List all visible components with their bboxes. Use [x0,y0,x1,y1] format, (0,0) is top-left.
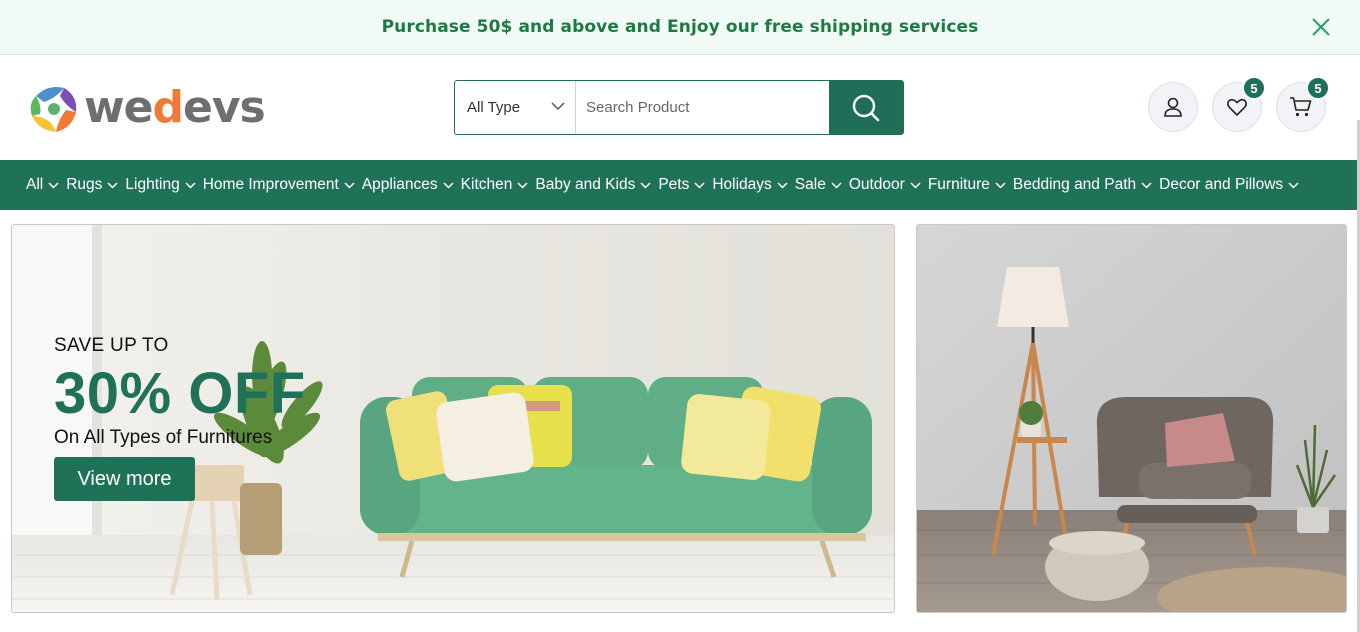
search-bar: All Type [454,80,904,135]
chevron-down-icon [1141,181,1152,189]
chevron-down-icon [107,181,118,189]
side-banner[interactable] [916,224,1347,613]
logo-text: wedevs [84,82,266,133]
nav-item-kitchen[interactable]: Kitchen [461,176,529,194]
nav-item-rugs[interactable]: Rugs [66,176,118,194]
search-button[interactable] [829,81,903,134]
wishlist-button[interactable]: 5 [1212,76,1266,132]
nav-item-baby-and-kids[interactable]: Baby and Kids [535,176,651,194]
nav-item-sale[interactable]: Sale [795,176,842,194]
chevron-down-icon [185,181,196,189]
hero-copy: SAVE UP TO 30% OFF On All Types of Furni… [54,335,306,501]
chevron-down-icon [995,181,1006,189]
promo-text: Purchase 50$ and above and Enjoy our fre… [381,17,979,37]
chevron-down-icon [910,181,921,189]
cart-icon [1290,97,1312,117]
wishlist-count-badge: 5 [1242,76,1266,100]
armchair-room-image [917,225,1346,612]
heart-icon [1227,98,1247,117]
nav-item-all[interactable]: All [26,176,59,194]
account-button[interactable] [1148,82,1198,132]
chevron-down-icon [443,181,454,189]
chevron-down-icon [694,181,705,189]
cart-button[interactable]: 5 [1276,76,1330,132]
nav-item-outdoor[interactable]: Outdoor [849,176,921,194]
chevron-down-icon [777,181,788,189]
nav-item-decor-and-pillows[interactable]: Decor and Pillows [1159,176,1299,194]
cart-count-badge: 5 [1306,76,1330,100]
search-type-select[interactable]: All Type [455,81,576,134]
user-icon [1164,97,1182,117]
promo-bar: Purchase 50$ and above and Enjoy our fre… [0,0,1360,55]
nav-item-appliances[interactable]: Appliances [362,176,454,194]
search-input[interactable] [576,81,829,134]
nav-item-lighting[interactable]: Lighting [125,176,196,194]
logo-mark-icon [30,87,77,132]
chevron-down-icon [551,102,565,111]
chevron-down-icon [640,181,651,189]
view-more-button[interactable]: View more [54,457,195,501]
nav-item-furniture[interactable]: Furniture [928,176,1006,194]
search-icon [852,94,880,121]
hero-banner[interactable]: SAVE UP TO 30% OFF On All Types of Furni… [11,224,895,613]
close-icon[interactable] [1310,16,1332,38]
hero-subtitle: SAVE UP TO [54,335,169,356]
logo[interactable]: wedevs [26,80,266,136]
chevron-down-icon [517,181,528,189]
category-nav: All Rugs Lighting Home Improvement Appli… [0,160,1360,210]
nav-item-holidays[interactable]: Holidays [712,176,788,194]
nav-item-bedding-and-path[interactable]: Bedding and Path [1013,176,1152,194]
chevron-down-icon [1288,181,1299,189]
search-type-label: All Type [467,99,521,116]
hero-headline: 30% OFF [54,361,306,426]
chevron-down-icon [48,181,59,189]
chevron-down-icon [344,181,355,189]
nav-item-pets[interactable]: Pets [658,176,705,194]
nav-item-home-improvement[interactable]: Home Improvement [203,176,355,194]
site-header: wedevs All Type 5 [0,55,1360,160]
chevron-down-icon [831,181,842,189]
hero-line: On All Types of Furnitures [54,427,273,448]
